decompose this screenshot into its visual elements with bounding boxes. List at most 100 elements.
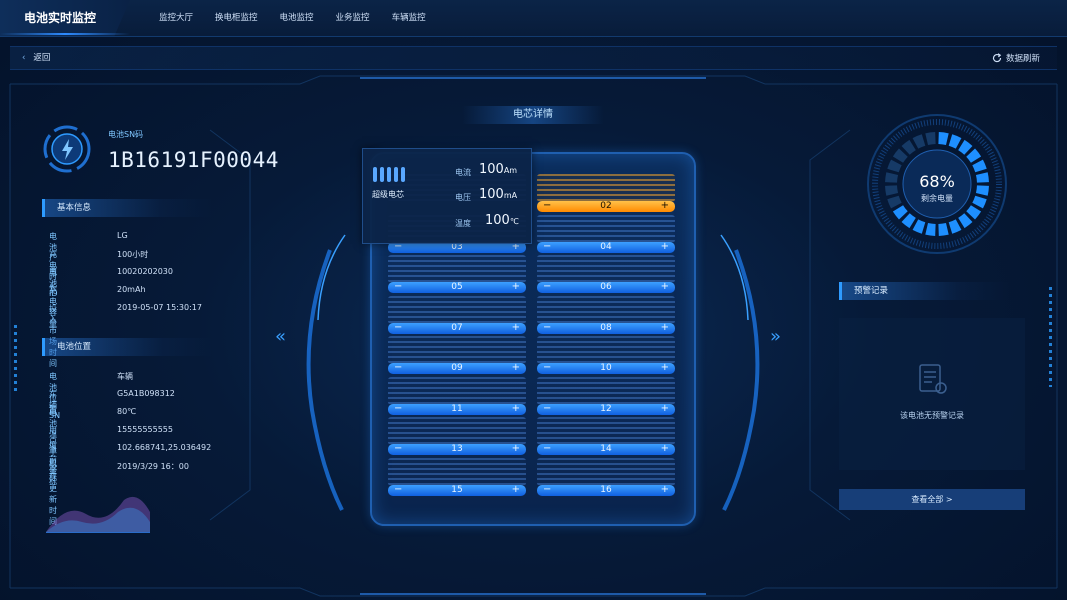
minus-icon[interactable]: − <box>543 241 551 252</box>
minus-icon[interactable]: − <box>394 403 402 414</box>
cell-number: 05 <box>451 282 463 292</box>
cell-number: 15 <box>451 484 463 495</box>
plus-icon[interactable]: + <box>661 484 669 495</box>
back-button[interactable]: ‹ 返回 <box>22 51 50 63</box>
nav-item-monitor-hall[interactable]: 监控大厅 <box>148 0 204 36</box>
plus-icon[interactable]: + <box>661 200 669 211</box>
minus-icon[interactable]: − <box>394 281 402 292</box>
minus-icon[interactable]: − <box>543 443 551 454</box>
plus-icon[interactable]: + <box>512 403 520 414</box>
warning-heading: 预警记录 <box>839 282 1009 300</box>
battery-cell[interactable]: − 14 + <box>537 417 675 455</box>
location-info-list: 电池位置 车辆 车辆SN G5A1B098312 电池温度 80℃ 用户手机号 1555… <box>49 371 249 526</box>
plus-icon[interactable]: + <box>661 443 669 454</box>
battery-cell[interactable]: − 13 + <box>388 417 526 455</box>
gauge-segment <box>912 134 926 149</box>
plus-icon[interactable]: + <box>512 322 520 333</box>
prev-arrow-button[interactable]: « <box>275 326 286 347</box>
minus-icon[interactable]: − <box>394 362 402 373</box>
plus-icon[interactable]: + <box>661 403 669 414</box>
nav-item-business-monitor[interactable]: 业务监控 <box>325 0 381 36</box>
popup-current-unit: Am <box>503 166 518 175</box>
gauge-segment <box>958 139 973 155</box>
minus-icon[interactable]: − <box>394 443 402 454</box>
charge-label: 剩余电量 <box>921 194 953 203</box>
plus-icon[interactable]: + <box>512 443 520 454</box>
battery-cell[interactable]: − 10 + <box>537 336 675 374</box>
plus-icon[interactable]: + <box>512 281 520 292</box>
battery-cell[interactable]: − 12 + <box>537 376 675 415</box>
cell-bar: − 05 + <box>388 281 526 293</box>
minus-icon[interactable]: − <box>543 200 551 211</box>
minus-icon[interactable]: − <box>543 484 551 495</box>
minus-icon[interactable]: − <box>394 322 402 333</box>
main-nav: 监控大厅 换电柜监控 电池监控 业务监控 车辆监控 <box>148 0 437 36</box>
cell-bar: − 10 + <box>537 362 675 374</box>
cell-layers <box>388 336 526 364</box>
plus-icon[interactable]: + <box>512 362 520 373</box>
gauge-segment <box>925 222 936 236</box>
cell-number: 13 <box>451 444 463 454</box>
charge-percent: 68% <box>919 172 955 191</box>
battery-cell[interactable]: − 11 + <box>388 376 526 415</box>
plus-icon[interactable]: + <box>661 362 669 373</box>
nav-item-vehicle-monitor[interactable]: 车辆监控 <box>381 0 437 36</box>
gauge-segment <box>885 172 899 183</box>
nav-item-cabinet-monitor[interactable]: 换电柜监控 <box>204 0 269 36</box>
plus-icon[interactable]: + <box>661 241 669 252</box>
cell-bar: − 06 + <box>537 281 675 293</box>
back-label: 返回 <box>33 53 51 63</box>
minus-icon[interactable]: − <box>543 281 551 292</box>
next-arrow-button[interactable]: » <box>770 326 781 347</box>
popup-temp-label: 温度 <box>455 219 471 228</box>
left-edge-ticks <box>14 325 17 395</box>
nav-item-battery-monitor[interactable]: 电池监控 <box>269 0 325 36</box>
empty-document-icon <box>919 364 947 394</box>
refresh-button[interactable]: 数据刷新 <box>992 52 1040 64</box>
gauge-segment <box>975 185 989 196</box>
plus-icon[interactable]: + <box>661 322 669 333</box>
battery-cell[interactable]: − 04 + <box>537 214 675 253</box>
gauge-segment <box>972 159 987 173</box>
basic-info-list: 电池厂商 LG 充电时长 100小时 电池ID 10020202030 充电容量 20m… <box>49 231 249 368</box>
plus-icon[interactable]: + <box>512 484 520 495</box>
battery-cell[interactable]: − 08 + <box>537 295 675 334</box>
battery-cell[interactable]: − 15 + <box>388 457 526 496</box>
popup-current-number: 100Am <box>479 162 517 177</box>
info-value: 车辆 <box>117 372 133 381</box>
gauge-segment <box>948 219 962 234</box>
popup-voltage-number: 100mA <box>479 187 517 202</box>
cell-number: 08 <box>600 322 612 333</box>
cell-bar: − 13 + <box>388 443 526 455</box>
battery-cell[interactable]: − 06 + <box>537 255 675 293</box>
minus-icon[interactable]: − <box>543 362 551 373</box>
cell-layers <box>388 417 526 445</box>
view-all-button[interactable]: 查看全部 > <box>839 489 1025 510</box>
popup-voltage-row: 电压 100mA <box>455 187 525 203</box>
gauge-segment <box>912 219 926 234</box>
popup-voltage-label: 电压 <box>455 193 471 202</box>
gauge-segment <box>892 205 908 220</box>
sn-label: 电池SN码 <box>108 130 144 139</box>
info-value: 10020202030 <box>117 267 173 276</box>
battery-cell[interactable]: − 16 + <box>537 457 675 496</box>
cell-number: 11 <box>451 403 463 414</box>
cells-panel-title: 电芯详情 <box>462 106 604 124</box>
cell-layers <box>388 295 526 324</box>
chevron-left-icon: ‹ <box>22 53 26 63</box>
battery-cell[interactable]: − 07 + <box>388 295 526 334</box>
popup-cell-name: 超级电芯 <box>372 190 404 199</box>
battery-cell[interactable]: − 09 + <box>388 336 526 374</box>
popup-voltage-unit: mA <box>503 191 518 200</box>
minus-icon[interactable]: − <box>394 484 402 495</box>
plus-icon[interactable]: + <box>661 281 669 292</box>
battery-cell[interactable]: − 02 + <box>537 174 675 212</box>
minus-icon[interactable]: − <box>543 403 551 414</box>
info-value: G5A1B098312 <box>117 389 175 398</box>
popup-voltage-value: 100 <box>479 187 504 202</box>
minus-icon[interactable]: − <box>543 322 551 333</box>
battery-cell[interactable]: − 05 + <box>388 255 526 293</box>
info-value: 20mAh <box>117 285 146 294</box>
popup-temp-row: 温度 100℃ <box>455 213 525 229</box>
cell-layers <box>537 174 675 202</box>
